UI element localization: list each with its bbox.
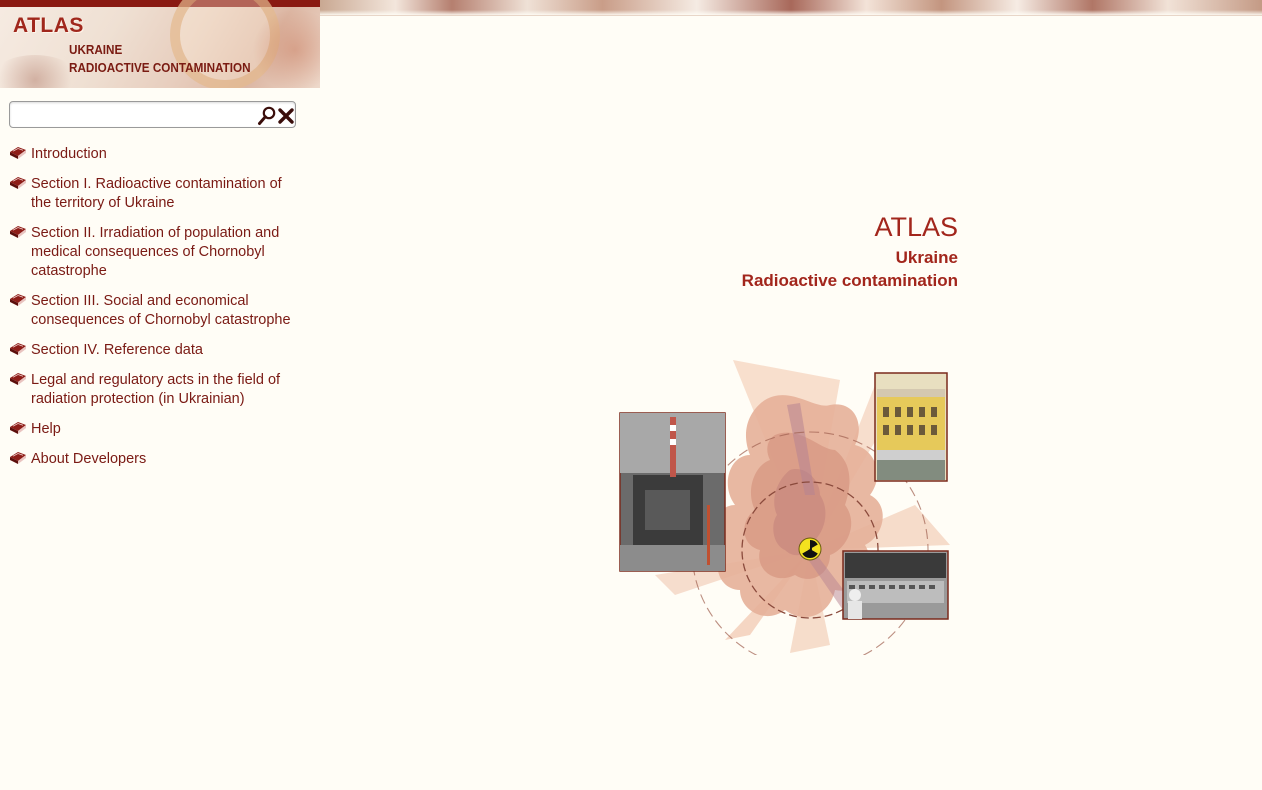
photo-control-room [842,550,949,620]
top-banner-strip [320,0,1262,16]
nav-item-label: Section I. Radioactive contamination of … [31,176,282,211]
atlas-subtitle-country: Ukraine [895,248,958,267]
site-logo[interactable]: ATLAS UKRAINE RADIOACTIVE CONTAMINATION [0,0,320,88]
nav-item-label: Introduction [31,146,107,162]
nav-item-section-3[interactable]: Section III. Social and economical conse… [9,292,294,330]
book-icon [10,422,26,434]
close-icon[interactable] [277,107,295,125]
nav-item-section-2[interactable]: Section II. Irradiation of population an… [9,224,294,281]
nav-item-section-1[interactable]: Section I. Radioactive contamination of … [9,175,294,213]
logo-title: ATLAS [13,14,84,37]
nav-item-label: Legal and regulatory acts in the field o… [31,372,281,407]
book-icon [10,177,26,189]
nav-item-label: Section III. Social and economical conse… [31,293,291,328]
nav-item-help[interactable]: Help [9,420,294,439]
book-icon [10,294,26,306]
logo-subtitle-country: UKRAINE [69,42,123,57]
search-box [9,101,296,128]
nav-item-label: About Developers [31,451,147,467]
nav-item-legal-acts[interactable]: Legal and regulatory acts in the field o… [9,371,294,409]
book-icon [10,373,26,385]
nav-item-about-developers[interactable]: About Developers [9,450,294,469]
logo-subtitle-topic: RADIOACTIVE CONTAMINATION [69,60,251,75]
atlas-emblem [619,360,950,655]
nav-item-label: Section IV. Reference data [31,342,203,358]
atlas-title: ATLAS [874,212,958,242]
book-icon [10,343,26,355]
logo-background-blob [0,55,80,88]
photo-power-plant [619,412,726,572]
radiation-icon [798,537,822,561]
book-icon [10,147,26,159]
nav-item-introduction[interactable]: Introduction [9,145,294,164]
sidebar-nav: Introduction Section I. Radioactive cont… [9,145,294,480]
search-icon[interactable] [257,106,277,126]
search-input[interactable] [14,105,250,124]
book-icon [10,452,26,464]
photo-building [874,372,948,482]
nav-item-label: Section II. Irradiation of population an… [31,225,280,279]
nav-item-label: Help [31,421,61,437]
nav-item-section-4[interactable]: Section IV. Reference data [9,341,294,360]
atlas-subtitle-topic: Radioactive contamination [741,271,958,290]
book-icon [10,226,26,238]
